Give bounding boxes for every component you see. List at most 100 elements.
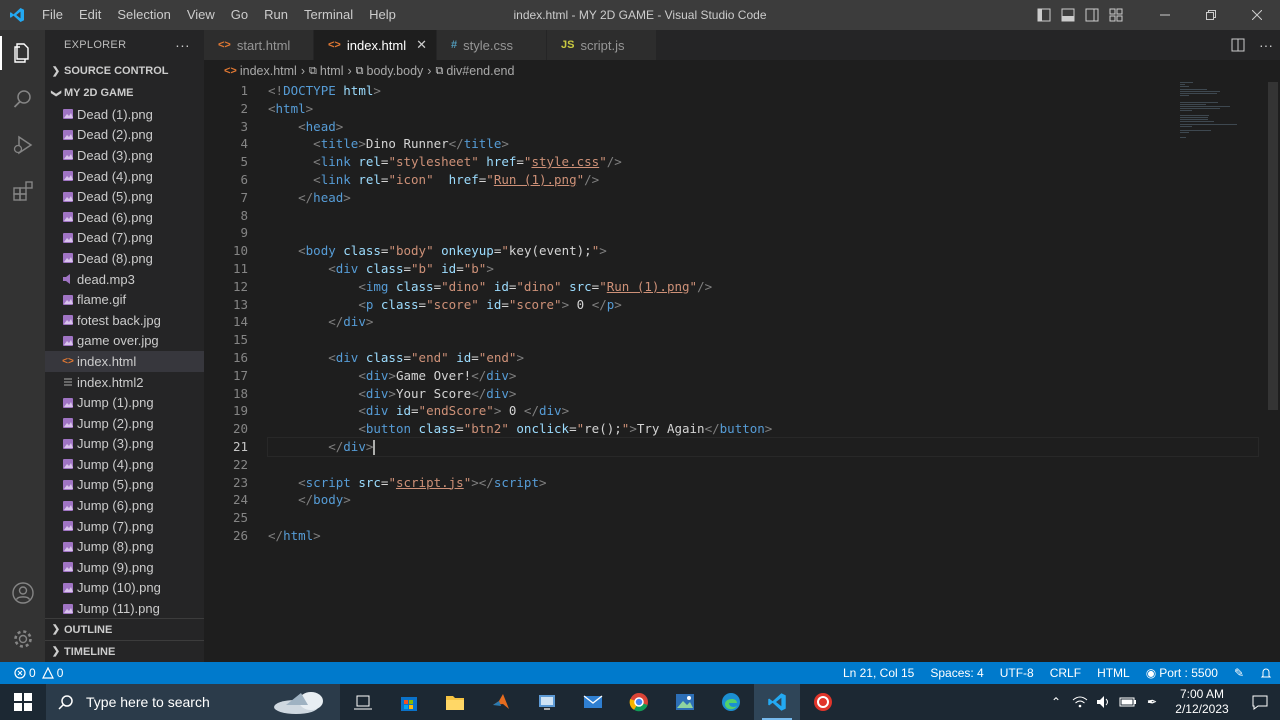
code-line[interactable]: </div> (267, 436, 1259, 457)
menu-go[interactable]: Go (223, 0, 256, 30)
file-item[interactable]: Dead (1).png (45, 104, 204, 125)
minimize-icon[interactable] (1142, 0, 1188, 30)
task-view-icon[interactable] (340, 684, 386, 720)
file-item[interactable]: Jump (6).png (45, 495, 204, 516)
folder-section[interactable]: ❯ MY 2D GAME (45, 82, 204, 104)
taskbar-clock[interactable]: 7:00 AM 2/12/2023 (1164, 687, 1240, 717)
toggle-primary-sidebar-icon[interactable] (1032, 0, 1056, 30)
more-actions-icon[interactable]: ··· (175, 37, 190, 53)
tab-script-js[interactable]: JS script.js (547, 30, 657, 60)
code-editor[interactable]: 1 2 3 4 5 6 7 8 9 10 11 12 13 14 15 16 17 18 19 20 21 22 23 24 2… (204, 82, 1266, 662)
vertical-scrollbar[interactable] (1268, 82, 1278, 410)
indentation[interactable]: Spaces: 4 (922, 662, 991, 684)
control-panel-icon[interactable] (524, 684, 570, 720)
chevron-up-icon[interactable]: ⌃ (1044, 684, 1068, 720)
menu-edit[interactable]: Edit (71, 0, 109, 30)
file-item[interactable]: <> index.html (45, 351, 204, 372)
language-mode[interactable]: HTML (1089, 662, 1138, 684)
manage-gear-icon[interactable] (0, 616, 45, 662)
timeline-section[interactable]: ❯ TIMELINE (45, 640, 204, 662)
problems-indicator[interactable]: 0 0 (10, 662, 71, 684)
menu-file[interactable]: File (34, 0, 71, 30)
code-line[interactable]: <link rel="icon" href="Run (1).png"/> (268, 171, 1258, 189)
file-explorer-icon[interactable] (432, 684, 478, 720)
close-window-icon[interactable] (1234, 0, 1280, 30)
file-item[interactable]: flame.gif (45, 289, 204, 310)
live-server-port[interactable]: ◉ Port : 5500 (1138, 662, 1226, 684)
close-tab-icon[interactable]: ✕ (416, 37, 427, 53)
code-line[interactable] (268, 331, 1258, 349)
file-item[interactable]: Jump (2).png (45, 413, 204, 434)
accounts-icon[interactable] (0, 570, 45, 616)
code-line[interactable] (268, 456, 1258, 474)
file-item[interactable]: game over.jpg (45, 331, 204, 352)
code-line[interactable]: <div>Your Score</div> (268, 385, 1258, 403)
file-item[interactable]: Jump (11).png (45, 598, 204, 619)
code-line[interactable] (268, 207, 1258, 225)
file-item[interactable]: Jump (10).png (45, 578, 204, 599)
breadcrumb-item[interactable]: html (320, 64, 344, 78)
file-item[interactable]: Jump (1).png (45, 392, 204, 413)
chrome-icon[interactable] (616, 684, 662, 720)
vscode-taskbar-icon[interactable] (754, 684, 800, 720)
code-line[interactable]: <head> (268, 118, 1258, 136)
tab-index-html[interactable]: <> index.html ✕ (314, 30, 437, 60)
breadcrumb-item[interactable]: index.html (240, 64, 297, 78)
file-item[interactable]: Dead (8).png (45, 248, 204, 269)
menu-help[interactable]: Help (361, 0, 404, 30)
feedback-icon[interactable]: ✎ (1226, 662, 1252, 684)
cursor-position[interactable]: Ln 21, Col 15 (835, 662, 922, 684)
extensions-icon[interactable] (0, 168, 45, 214)
file-item[interactable]: Dead (7).png (45, 228, 204, 249)
file-item[interactable]: Jump (7).png (45, 516, 204, 537)
tab-start-html[interactable]: <> start.html (204, 30, 314, 60)
file-item[interactable]: Jump (9).png (45, 557, 204, 578)
code-line[interactable]: <button class="btn2" onclick="re();">Try… (268, 420, 1258, 438)
search-icon[interactable] (0, 76, 45, 122)
code-line[interactable]: </div> (268, 313, 1258, 331)
menu-selection[interactable]: Selection (109, 0, 178, 30)
code-line[interactable]: </html> (268, 527, 1258, 545)
taskbar-search[interactable]: Type here to search (46, 684, 340, 720)
menu-run[interactable]: Run (256, 0, 296, 30)
tab-style-css[interactable]: # style.css (437, 30, 547, 60)
volume-icon[interactable] (1092, 684, 1116, 720)
code-line[interactable]: <!DOCTYPE html> (268, 82, 1258, 100)
code-line[interactable]: <div id="endScore"> 0 </div> (268, 402, 1258, 420)
toggle-panel-icon[interactable] (1056, 0, 1080, 30)
customize-layout-icon[interactable] (1104, 0, 1128, 30)
toggle-secondary-sidebar-icon[interactable] (1080, 0, 1104, 30)
file-item[interactable]: Jump (5).png (45, 475, 204, 496)
breadcrumb-item[interactable]: div#end.end (446, 64, 514, 78)
end-of-line[interactable]: CRLF (1042, 662, 1089, 684)
code-line[interactable]: <link rel="stylesheet" href="style.css"/… (268, 153, 1258, 171)
photos-icon[interactable] (662, 684, 708, 720)
explorer-icon[interactable] (0, 30, 45, 76)
code-line[interactable]: <html> (268, 100, 1258, 118)
code-line[interactable] (268, 224, 1258, 242)
file-item[interactable]: Jump (8).png (45, 536, 204, 557)
more-tab-actions-icon[interactable]: ··· (1252, 37, 1280, 53)
run-debug-icon[interactable] (0, 122, 45, 168)
file-item[interactable]: index.html2 (45, 372, 204, 393)
restore-icon[interactable] (1188, 0, 1234, 30)
file-item[interactable]: Jump (4).png (45, 454, 204, 475)
file-item[interactable]: Dead (3).png (45, 145, 204, 166)
matlab-icon[interactable] (478, 684, 524, 720)
file-item[interactable]: Jump (3).png (45, 434, 204, 455)
edge-icon[interactable] (708, 684, 754, 720)
code-line[interactable]: <div class="end" id="end"> (268, 349, 1258, 367)
screen-recorder-icon[interactable] (800, 684, 846, 720)
code-line[interactable]: </body> (268, 491, 1258, 509)
code-line[interactable]: <body class="body" onkeyup="key(event);"… (268, 242, 1258, 260)
code-line[interactable]: <div>Game Over!</div> (268, 367, 1258, 385)
outline-section[interactable]: ❯ OUTLINE (45, 618, 204, 640)
code-area[interactable]: <!DOCTYPE html> <html> <head> <title>Dino… (267, 82, 1259, 545)
code-line[interactable]: <div class="b" id="b"> (268, 260, 1258, 278)
code-line[interactable]: <img class="dino" id="dino" src="Run (1)… (268, 278, 1258, 296)
breadcrumb-item[interactable]: body.body (367, 64, 424, 78)
code-line[interactable] (268, 509, 1258, 527)
file-item[interactable]: dead.mp3 (45, 269, 204, 290)
notifications-bell-icon[interactable] (1252, 667, 1280, 679)
action-center-icon[interactable] (1240, 684, 1280, 720)
